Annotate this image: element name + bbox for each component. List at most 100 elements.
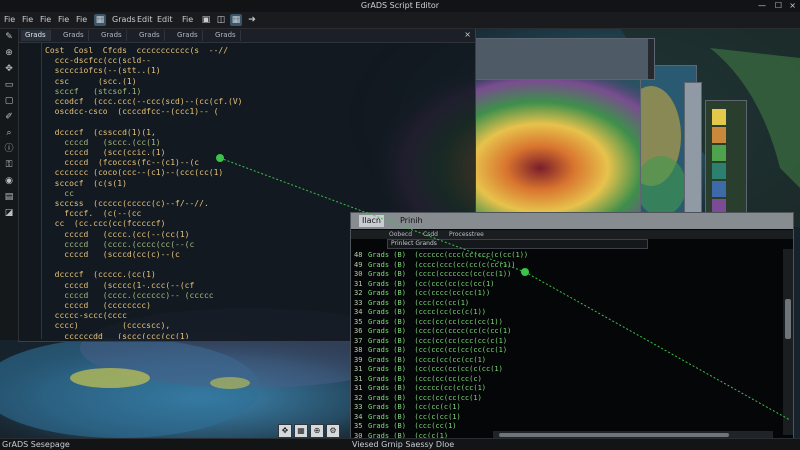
- console-line-number: 35: [354, 317, 363, 326]
- console-search-input[interactable]: Prinlect Grands: [387, 239, 648, 249]
- shade-icon[interactable]: ◪: [2, 206, 16, 220]
- map-pane-back[interactable]: [475, 38, 655, 80]
- console-panel: Ilacn Prinih Oobecd Csdd Processtree Pri…: [350, 212, 794, 442]
- status-center-text: Viesed Grnip Saessy Dloe: [352, 440, 455, 449]
- console-line-number: 34: [354, 308, 363, 316]
- console-tab[interactable]: Prinih: [397, 215, 426, 227]
- console-line: 35 Grads (B) (ccc(cc(1): [354, 422, 457, 432]
- console-line: 32 Grads (B) (ccc(cc(cc(cc(1): [354, 394, 482, 404]
- console-header: Ilacn Prinih: [351, 213, 793, 229]
- zoom-icon[interactable]: ⊕: [310, 424, 324, 438]
- settings-icon[interactable]: ⚙: [326, 424, 340, 438]
- menu-item[interactable]: Grads: [110, 14, 138, 26]
- console-line-number: 30: [354, 270, 363, 278]
- status-bar: GrADS Sesepage Viesed Grnip Saessy Dloe: [0, 438, 800, 450]
- code-line: ccccd (scccd(cc(c)--(c: [45, 250, 180, 259]
- console-line-number: 34: [354, 412, 363, 421]
- console-line: 39 Grads (B) (cccc(cc(cc(cc(1): [354, 356, 486, 366]
- brush-icon[interactable]: ✐: [2, 110, 16, 124]
- console-line: 49 Grads (B) (cccc(ccc(cc(cc(c(cc(1)): [354, 261, 516, 271]
- console-line-text: Grads (B) (ccc(cc(cccc(cc(c(cc(1): [368, 327, 512, 335]
- layers-icon[interactable]: ◫: [215, 14, 227, 26]
- menu-item[interactable]: Fie: [180, 14, 195, 26]
- console-tab[interactable]: Ilacn: [359, 215, 384, 227]
- menu-item[interactable]: Edit: [135, 14, 155, 26]
- info-icon[interactable]: ⓘ: [2, 142, 16, 156]
- editor-tab[interactable]: Grads: [97, 30, 127, 41]
- arrow-right-icon[interactable]: ➔: [246, 14, 258, 26]
- left-toolbar: ✎ ⊕ ✥ ▭ ▢ ✐ ⌕ ⓘ ⚿ ◉ ▤ ◪: [0, 28, 19, 340]
- console-line-text: Grads (B) (cc(ccc(cc(cc(cc(1): [368, 279, 495, 288]
- console-line-text: Grads (B) (ccc(cc(cc(cc(c): [368, 374, 482, 383]
- console-subtab[interactable]: Csdd: [423, 231, 438, 238]
- console-line-number: 37: [354, 336, 363, 345]
- scrollbar-thumb[interactable]: [785, 299, 791, 339]
- layers-icon[interactable]: ▦: [294, 424, 308, 438]
- console-output[interactable]: 48 Grads (B) (cccccc(ccc(cc(ccc(c(cc(1)) 4…: [351, 249, 781, 439]
- console-line-number: 38: [354, 346, 363, 354]
- console-line-text: Grads (B) (ccc(cc(cc(ccc(cc(1)): [368, 317, 503, 326]
- scrollbar-thumb[interactable]: [499, 433, 729, 437]
- console-line-number: 33: [354, 298, 363, 307]
- status-left-text: GrADS Sesepage: [2, 440, 70, 449]
- grid-icon[interactable]: ▦: [230, 14, 242, 26]
- console-line-number: 33: [354, 403, 363, 411]
- console-line: 34 Grads (B) (cccc(cc(cc(c(1)): [354, 308, 486, 318]
- menu-item[interactable]: Fie: [38, 14, 53, 26]
- console-line-text: Grads (B) (cccc(cc(cc(cc(1): [368, 355, 487, 364]
- console-line-number: 35: [354, 422, 363, 430]
- pane-scrollbar[interactable]: [648, 39, 654, 79]
- console-line-number: 36: [354, 327, 363, 335]
- editor-tab[interactable]: Grads: [211, 30, 241, 41]
- console-line-number: 32: [354, 393, 363, 402]
- grads-app-window: ✎ ⊕ ✥ ▭ ▢ ✐ ⌕ ⓘ ⚿ ◉ ▤ ◪ Grads Grads Grad…: [0, 0, 800, 450]
- console-line-text: Grads (B) (cccc(cc(cc(c(1)): [368, 308, 487, 316]
- console-toolbar: Oobecd Csdd Processtree: [351, 230, 793, 239]
- console-line: 35 Grads (B) (ccc(cc(cc(ccc(cc(1)): [354, 318, 503, 328]
- console-line: 34 Grads (B) (cc(c(cc(1): [354, 413, 461, 423]
- window-title: GrADS Script Editor: [360, 1, 440, 10]
- menu-item[interactable]: Fie: [56, 14, 71, 26]
- menu-item[interactable]: Fie: [2, 14, 17, 26]
- zoom-icon[interactable]: ⊕: [2, 46, 16, 60]
- console-subtab[interactable]: Oobecd: [389, 231, 412, 238]
- console-line-text: Grads (B) (cccccc(ccc(cc(ccc(c(cc(1)): [368, 251, 529, 259]
- console-line-number: 31: [354, 384, 363, 392]
- editor-tab[interactable]: Grads: [21, 30, 51, 41]
- console-line-text: Grads (B) (cc(c(cc(1): [368, 412, 461, 421]
- console-line: 32 Grads (B) (cc(cccc(cc(cc(1)): [354, 289, 490, 299]
- close-icon[interactable]: ×: [789, 0, 796, 12]
- console-line-text: Grads (B) (ccccc(cc(c(cc(1): [368, 384, 487, 392]
- console-line: 31 Grads (B) (cc(ccc(cc(cc(c(cc(1): [354, 365, 503, 375]
- console-vertical-scrollbar[interactable]: [783, 249, 793, 435]
- menu-item[interactable]: Edit: [155, 14, 175, 26]
- menu-item[interactable]: Fie: [20, 14, 35, 26]
- console-line: 37 Grads (B) (ccc(cc(cc(ccc(cc(c(1): [354, 337, 507, 347]
- console-line-text: Grads (B) (ccc(cc(cc(1): [368, 298, 470, 307]
- pencil-icon[interactable]: ✎: [2, 30, 16, 44]
- menu-item[interactable]: Fie: [74, 14, 89, 26]
- console-line-text: Grads (B) (cc(cccc(cc(cc(1)): [368, 289, 491, 297]
- terminal-icon[interactable]: ▤: [2, 190, 16, 204]
- lock-icon[interactable]: ⚿: [2, 158, 16, 172]
- window-icon[interactable]: ▣: [200, 14, 212, 26]
- maximize-icon[interactable]: ☐: [775, 0, 782, 12]
- console-subtab[interactable]: Processtree: [449, 231, 484, 238]
- map-pane-scroll[interactable]: [684, 82, 702, 224]
- search-icon[interactable]: ⌕: [2, 126, 16, 140]
- title-bar: GrADS Script Editor — ☐ ×: [0, 0, 800, 12]
- minimize-icon[interactable]: —: [758, 0, 766, 12]
- file-icon[interactable]: ▭: [2, 78, 16, 92]
- pan-icon[interactable]: ✥: [2, 62, 16, 76]
- console-line: 31 Grads (B) (cc(ccc(cc(cc(cc(1): [354, 280, 494, 290]
- console-line: 36 Grads (B) (ccc(cc(cccc(cc(c(cc(1): [354, 327, 511, 337]
- close-icon[interactable]: ×: [464, 30, 471, 39]
- grid-icon[interactable]: ▦: [94, 14, 106, 26]
- editor-tab[interactable]: Grads: [59, 30, 89, 41]
- pan-icon[interactable]: ✥: [278, 424, 292, 438]
- editor-tab[interactable]: Grads: [135, 30, 165, 41]
- console-line-number: 39: [354, 355, 363, 364]
- eye-icon[interactable]: ◉: [2, 174, 16, 188]
- editor-tab[interactable]: Grads: [173, 30, 203, 41]
- file-icon[interactable]: ▢: [2, 94, 16, 108]
